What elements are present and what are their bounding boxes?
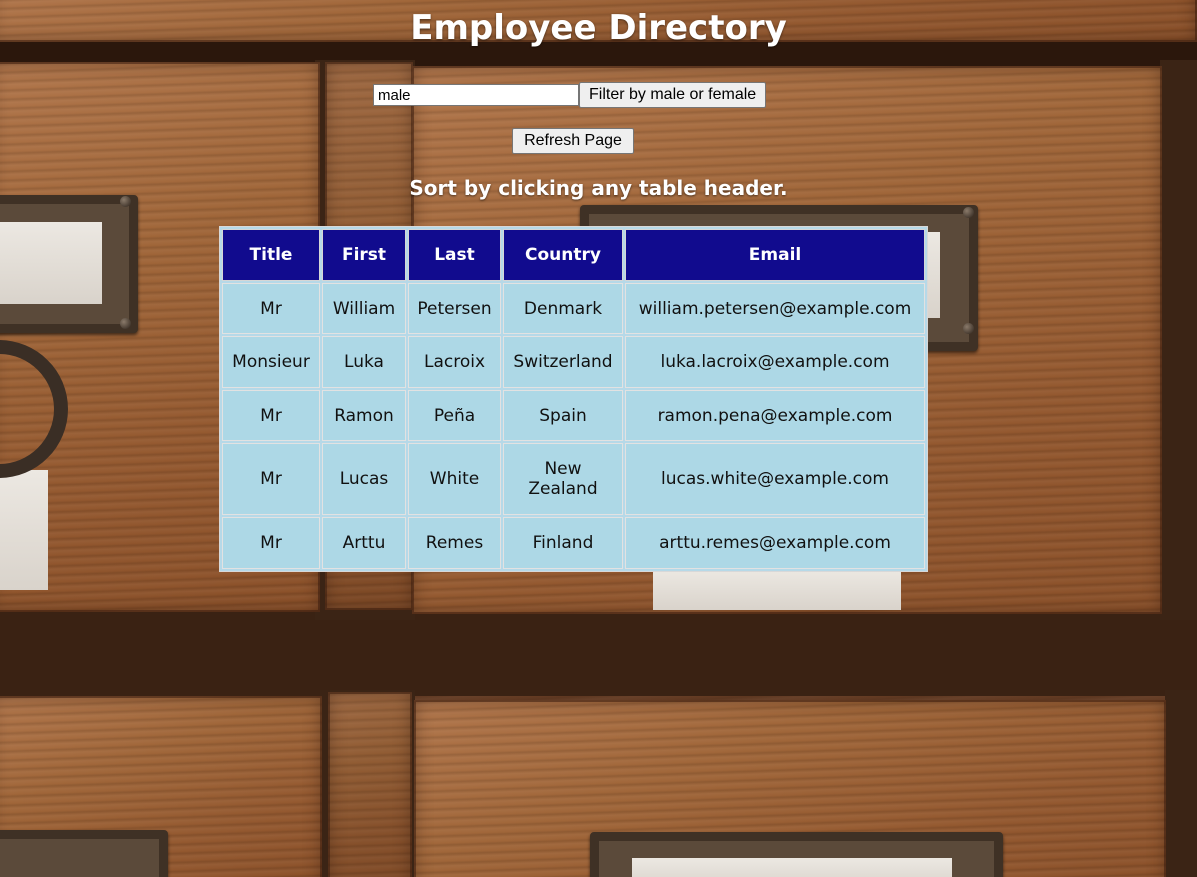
cell-email: luka.lacroix@example.com <box>625 336 925 388</box>
cell-email: william.petersen@example.com <box>625 283 925 335</box>
table-row: Mr William Petersen Denmark william.pete… <box>222 283 925 335</box>
header-first[interactable]: First <box>322 229 406 281</box>
cell-title: Mr <box>222 517 320 569</box>
cell-email: arttu.remes@example.com <box>625 517 925 569</box>
header-email[interactable]: Email <box>625 229 925 281</box>
header-country[interactable]: Country <box>503 229 623 281</box>
cell-last: White <box>408 443 501 516</box>
cell-first: Ramon <box>322 389 406 442</box>
cell-email: ramon.pena@example.com <box>625 389 925 442</box>
cell-first: Lucas <box>322 443 406 516</box>
table-row: Monsieur Luka Lacroix Switzerland luka.l… <box>222 336 925 388</box>
filter-button[interactable]: Filter by male or female <box>579 82 767 108</box>
sort-hint: Sort by clicking any table header. <box>409 176 788 200</box>
cell-country: New Zealand <box>503 443 623 516</box>
cell-last: Remes <box>408 517 501 569</box>
cell-country: Spain <box>503 389 623 442</box>
cell-last: Petersen <box>408 283 501 335</box>
header-last[interactable]: Last <box>408 229 501 281</box>
cell-last: Lacroix <box>408 336 501 388</box>
employee-table: Title First Last Country Email Mr Willia… <box>220 227 927 571</box>
table-header-row: Title First Last Country Email <box>222 229 925 281</box>
table-row: Mr Lucas White New Zealand lucas.white@e… <box>222 443 925 516</box>
cell-first: Luka <box>322 336 406 388</box>
page-content: Employee Directory Filter by male or fem… <box>0 0 1197 877</box>
filter-row: Filter by male or female <box>373 82 767 108</box>
table-row: Mr Arttu Remes Finland arttu.remes@examp… <box>222 517 925 569</box>
cell-title: Mr <box>222 443 320 516</box>
refresh-button[interactable]: Refresh Page <box>512 128 634 154</box>
cell-title: Mr <box>222 283 320 335</box>
cell-first: William <box>322 283 406 335</box>
cell-email: lucas.white@example.com <box>625 443 925 516</box>
cell-country: Finland <box>503 517 623 569</box>
cell-country: Switzerland <box>503 336 623 388</box>
header-title[interactable]: Title <box>222 229 320 281</box>
cell-first: Arttu <box>322 517 406 569</box>
cell-last: Peña <box>408 389 501 442</box>
employee-table-container: Title First Last Country Email Mr Willia… <box>219 226 928 572</box>
filter-input[interactable] <box>373 84 579 106</box>
cell-title: Mr <box>222 389 320 442</box>
cell-country: Denmark <box>503 283 623 335</box>
page-title: Employee Directory <box>410 8 787 48</box>
cell-title: Monsieur <box>222 336 320 388</box>
table-row: Mr Ramon Peña Spain ramon.pena@example.c… <box>222 389 925 442</box>
